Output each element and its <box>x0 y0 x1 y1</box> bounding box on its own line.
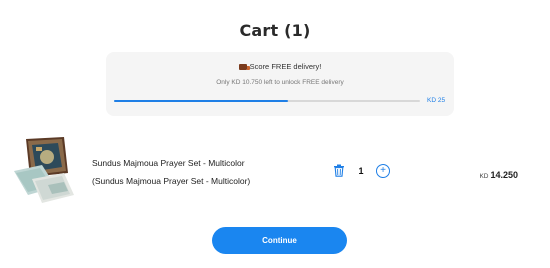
delivery-progress-fill <box>114 100 289 102</box>
delete-item-button[interactable] <box>333 164 345 177</box>
delivery-score-text: Score FREE delivery! <box>249 62 322 71</box>
cart-item: Sundus Majmoua Prayer Set - Multicolor (… <box>0 134 550 210</box>
item-price: KD 14.250 <box>470 165 518 183</box>
price-currency: KD <box>479 173 489 180</box>
trash-icon <box>334 164 344 177</box>
delivery-target-label: KD 25 <box>427 97 446 104</box>
product-image[interactable] <box>12 137 78 207</box>
delivery-score-line: Score FREE delivery! <box>106 62 454 71</box>
delivery-remaining-text: Only KD 10.750 left to unlock FREE deliv… <box>216 79 344 86</box>
truck-icon <box>238 63 250 70</box>
quantity-value: 1 <box>358 166 364 176</box>
plus-circle-icon: + <box>380 165 386 176</box>
cart-page: Cart (1) Score FREE delivery! Only KD 10… <box>0 0 550 268</box>
delivery-progress-bar <box>114 100 420 102</box>
product-name[interactable]: Sundus Majmoua Prayer Set - Multicolor <box>92 158 245 168</box>
product-variant: (Sundus Majmoua Prayer Set - Multicolor) <box>92 176 251 186</box>
continue-button[interactable]: Continue <box>212 227 347 254</box>
increase-quantity-button[interactable]: + <box>376 164 390 178</box>
free-delivery-panel: Score FREE delivery! Only KD 10.750 left… <box>106 52 454 116</box>
page-title: Cart (1) <box>239 21 311 40</box>
price-amount: 14.250 <box>490 170 518 180</box>
